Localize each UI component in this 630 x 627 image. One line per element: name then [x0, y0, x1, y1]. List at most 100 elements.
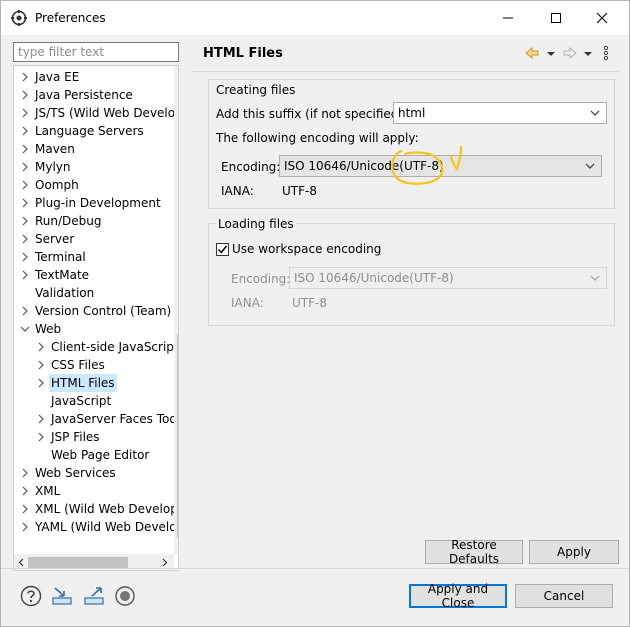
chevron-right-icon[interactable]	[20, 500, 30, 518]
tree-scroll-thumb[interactable]	[177, 334, 178, 538]
tree-item[interactable]: Client-side JavaScript	[14, 338, 178, 356]
tree-item[interactable]: Server	[14, 230, 174, 248]
tree-item[interactable]: Maven	[14, 140, 174, 158]
tree-item-label: Plug-in Development	[35, 196, 161, 210]
chevron-right-icon[interactable]	[20, 194, 30, 212]
minimize-button[interactable]	[485, 1, 531, 35]
chevron-right-icon[interactable]	[20, 176, 30, 194]
chevron-down-icon[interactable]	[20, 320, 30, 338]
apply-and-close-button[interactable]: Apply and Close	[409, 582, 507, 610]
tree-item[interactable]: Validation	[14, 284, 174, 302]
chevron-right-icon[interactable]	[20, 302, 30, 320]
tree-item[interactable]: Java EE	[14, 68, 174, 86]
tree-item[interactable]: TextMate	[14, 266, 174, 284]
export-icon[interactable]	[83, 585, 105, 607]
chevron-right-icon[interactable]	[20, 68, 30, 86]
chevron-right-icon[interactable]	[20, 104, 30, 122]
scroll-left-icon[interactable]	[18, 558, 24, 567]
tree-item[interactable]: JavaServer Faces Tool	[14, 410, 178, 428]
loading-encoding-value: ISO 10646/Unicode(UTF-8)	[294, 271, 454, 285]
tree-item-label: Mylyn	[35, 160, 71, 174]
loading-iana-label: IANA:	[231, 296, 264, 310]
tree-item-label: CSS Files	[51, 358, 105, 372]
tree-vertical-scrollbar[interactable]	[174, 66, 179, 554]
forward-dropdown-icon[interactable]	[583, 45, 593, 61]
tree-item[interactable]: CSS Files	[14, 356, 174, 374]
tree-item[interactable]: Java Persistence	[14, 86, 174, 104]
title-bar: Preferences	[1, 1, 629, 35]
apply-button[interactable]: Apply	[529, 540, 619, 564]
chevron-right-icon[interactable]	[20, 158, 30, 176]
chevron-right-icon[interactable]	[36, 428, 46, 446]
tree-item-label: JavaScript	[51, 394, 112, 408]
chevron-right-icon[interactable]	[20, 122, 30, 140]
restore-defaults-button[interactable]: Restore Defaults	[425, 538, 523, 566]
tree-item[interactable]: Web	[14, 320, 174, 338]
chevron-right-icon[interactable]	[20, 266, 30, 284]
tree-item[interactable]: XML	[14, 482, 174, 500]
creating-iana-value: UTF-8	[282, 184, 317, 198]
tree-item[interactable]: Web Services	[14, 464, 174, 482]
scroll-down-icon[interactable]	[178, 542, 179, 548]
chevron-right-icon[interactable]	[20, 230, 30, 248]
tree-item[interactable]: JavaScript	[14, 392, 174, 410]
maximize-button[interactable]	[533, 1, 579, 35]
preferences-window: Preferences Java EE Java Persistence JS/TS…	[0, 0, 630, 627]
chevron-right-icon[interactable]	[20, 518, 30, 536]
chevron-right-icon[interactable]	[20, 212, 30, 230]
tree-item[interactable]: Run/Debug	[14, 212, 174, 230]
chevron-right-icon[interactable]	[20, 248, 30, 266]
eclipse-gear-icon	[11, 10, 27, 26]
workspace-encoding-label[interactable]: Use workspace encoding	[232, 242, 381, 256]
tree-item[interactable]: JSP Files	[14, 428, 174, 446]
loading-files-title: Loading files	[216, 217, 296, 231]
workspace-encoding-checkbox[interactable]	[216, 243, 229, 256]
scroll-right-icon[interactable]	[162, 558, 168, 567]
tree-item-label: JavaServer Faces Tool	[51, 412, 179, 426]
tree-item-label: Validation	[35, 286, 95, 300]
suffix-label: Add this suffix (if not specified):	[216, 107, 408, 121]
footer-separator	[1, 568, 629, 569]
tree-item-label: Language Servers	[35, 124, 144, 138]
forward-arrow-icon[interactable]	[563, 45, 577, 61]
cancel-button[interactable]: Cancel	[515, 584, 613, 608]
tree-hscroll-thumb[interactable]	[28, 557, 128, 568]
tree-item[interactable]: Mylyn	[14, 158, 174, 176]
close-button[interactable]	[579, 1, 625, 35]
tree-item-label: XML (Wild Web Develop	[35, 502, 178, 516]
chevron-right-icon[interactable]	[36, 338, 46, 356]
tree-item[interactable]: YAML (Wild Web Develo	[14, 518, 177, 536]
tree-item[interactable]: JS/TS (Wild Web Develo	[14, 104, 175, 122]
tree-item[interactable]: Terminal	[14, 248, 174, 266]
minimize-icon	[503, 17, 513, 19]
chevron-right-icon[interactable]	[20, 482, 30, 500]
view-menu-icon[interactable]	[601, 45, 611, 61]
chevron-right-icon[interactable]	[36, 410, 46, 428]
import-icon[interactable]	[51, 585, 73, 607]
back-arrow-icon[interactable]	[525, 45, 539, 61]
filter-input[interactable]	[13, 42, 179, 62]
chevron-right-icon[interactable]	[36, 356, 46, 374]
chevron-right-icon[interactable]	[36, 374, 46, 392]
oomph-record-icon[interactable]	[114, 585, 136, 607]
tree-item[interactable]: Language Servers	[14, 122, 174, 140]
chevron-down-icon	[590, 275, 600, 281]
header-separator	[191, 71, 619, 72]
tree-item[interactable]: Oomph	[14, 176, 174, 194]
tree-item[interactable]: Version Control (Team)	[14, 302, 174, 320]
window-title: Preferences	[35, 11, 106, 25]
chevron-right-icon[interactable]	[20, 86, 30, 104]
tree-item-label: Maven	[35, 142, 75, 156]
chevron-right-icon[interactable]	[20, 140, 30, 158]
tree-item[interactable]: XML (Wild Web Develop	[14, 500, 178, 518]
chevron-right-icon[interactable]	[20, 464, 30, 482]
tree-item[interactable]: Web Page Editor	[14, 446, 174, 464]
creating-encoding-combo[interactable]: ISO 10646/Unicode(UTF-8)	[279, 155, 602, 177]
tree-item[interactable]: Plug-in Development	[14, 194, 174, 212]
maximize-icon	[551, 13, 561, 23]
tree-item[interactable]: HTML Files	[14, 374, 174, 392]
back-dropdown-icon[interactable]	[546, 45, 556, 61]
suffix-combo[interactable]: html	[393, 102, 607, 124]
help-icon[interactable]	[20, 585, 42, 607]
scroll-up-icon[interactable]	[178, 71, 179, 77]
